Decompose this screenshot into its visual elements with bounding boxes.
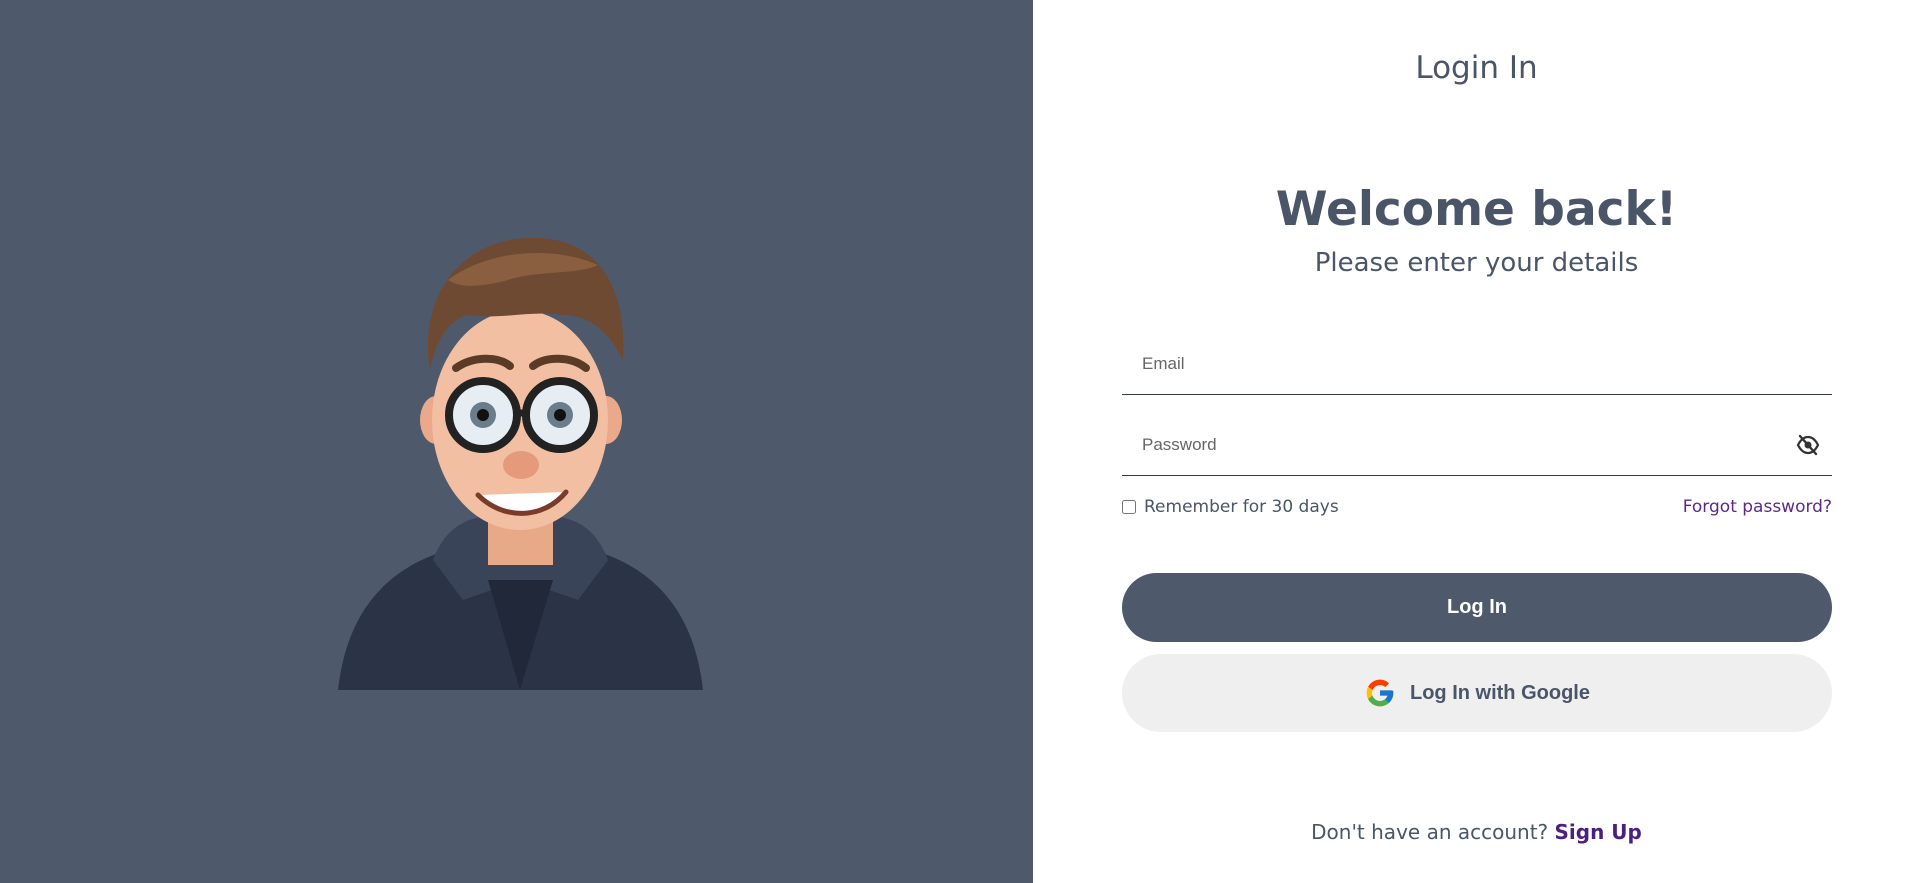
login-form-panel: Login In Welcome back! Please enter your… — [1033, 0, 1920, 883]
remember-label: Remember for 30 days — [1144, 497, 1339, 517]
password-field-wrapper — [1122, 415, 1832, 476]
page-title: Login In — [1415, 50, 1538, 86]
email-field[interactable] — [1122, 334, 1832, 394]
signup-prompt: Don't have an account? Sign Up — [1033, 820, 1920, 844]
password-field[interactable] — [1122, 415, 1832, 475]
google-login-button[interactable]: Log In with Google — [1122, 654, 1832, 732]
login-page: Login In Welcome back! Please enter your… — [0, 0, 1920, 883]
welcome-subtitle: Please enter your details — [1314, 248, 1639, 278]
google-login-label: Log In with Google — [1410, 681, 1590, 704]
welcome-heading: Welcome back! — [1275, 182, 1678, 237]
forgot-password-link[interactable]: Forgot password? — [1683, 497, 1832, 517]
remember-checkbox[interactable] — [1122, 500, 1136, 514]
signup-prompt-text: Don't have an account? — [1311, 820, 1549, 844]
email-field-wrapper — [1122, 334, 1832, 395]
illustration-panel — [0, 0, 1033, 883]
signup-link[interactable]: Sign Up — [1555, 820, 1642, 844]
google-icon — [1366, 679, 1394, 707]
remember-me[interactable]: Remember for 30 days — [1122, 497, 1339, 517]
login-button[interactable]: Log In — [1122, 573, 1832, 642]
eye-slash-icon[interactable] — [1794, 433, 1822, 457]
avatar-illustration — [338, 237, 703, 690]
